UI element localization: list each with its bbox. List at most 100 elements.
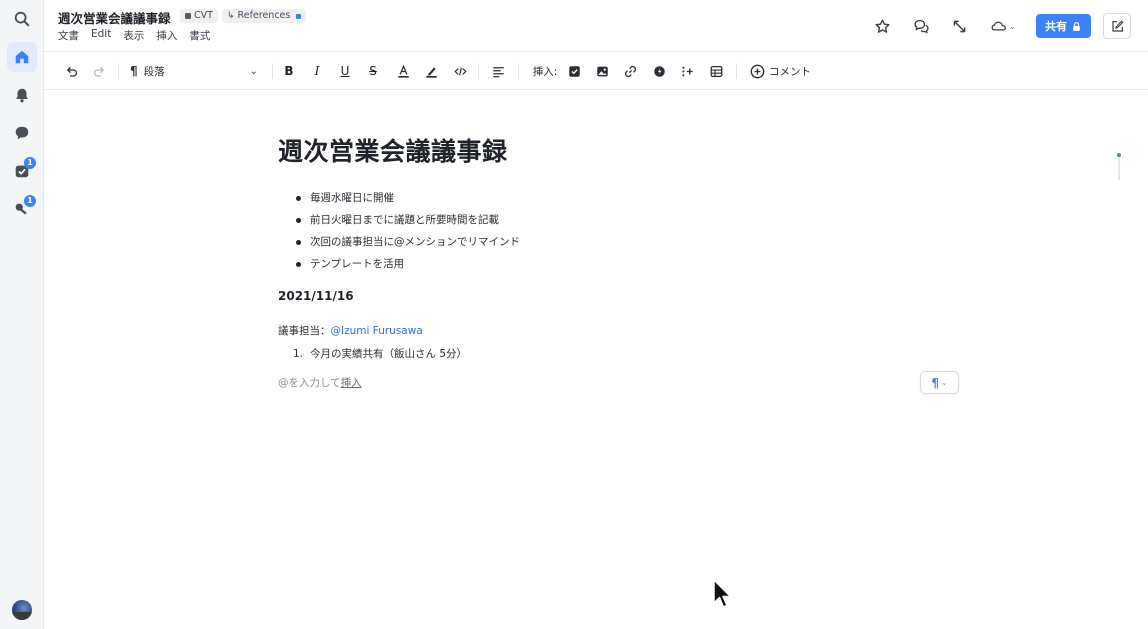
tag-references-label: References — [237, 10, 291, 21]
text-color-button[interactable] — [394, 61, 412, 81]
bold-button[interactable]: B — [280, 61, 298, 81]
notifications-rail-button[interactable] — [7, 80, 37, 110]
add-comment-icon — [750, 64, 765, 78]
status-dropdown-button[interactable]: ⌄ — [986, 14, 1020, 38]
badge-icon — [653, 65, 665, 77]
lock-icon — [1073, 21, 1080, 31]
list-item[interactable]: 前日火曜日までに議題と所要時間を記載 — [278, 209, 968, 231]
keys-rail-button[interactable]: 1 — [7, 194, 37, 224]
numbered-list: 1. 今月の実績共有（飯山さん 5分） — [278, 346, 968, 361]
numbered-item-text[interactable]: 今月の実績共有（飯山さん 5分） — [310, 348, 467, 360]
block-type-button[interactable]: ¶ ⌄ — [920, 371, 959, 394]
expand-button[interactable] — [947, 14, 971, 38]
tasks-rail-button[interactable]: 1 — [7, 156, 37, 186]
tag-references[interactable]: ↳ References — [222, 9, 307, 23]
edit-button[interactable] — [1103, 13, 1131, 39]
highlight-button[interactable] — [422, 61, 440, 81]
expand-arrows-icon — [953, 20, 965, 32]
underline-button[interactable]: U — [336, 61, 354, 81]
insert-table-button[interactable] — [707, 61, 725, 81]
toolbar-divider — [736, 63, 737, 79]
undo-button[interactable] — [62, 61, 80, 81]
chat-rail-button[interactable] — [7, 118, 37, 148]
search-rail-button[interactable] — [7, 4, 37, 34]
insert-emoji-button[interactable] — [650, 61, 668, 81]
comment-button[interactable]: コメント — [749, 61, 825, 81]
reference-arrow-icon: ↳ — [227, 11, 235, 21]
insert-more-button[interactable] — [678, 61, 696, 81]
bell-icon — [16, 88, 28, 103]
favorite-button[interactable] — [870, 14, 894, 38]
chevron-down-icon: ⌄ — [249, 65, 258, 77]
strikethrough-button[interactable]: S — [364, 61, 382, 81]
menu-document[interactable]: 文書 — [58, 28, 79, 43]
bold-icon: B — [284, 64, 294, 78]
menu-bar: 文書 Edit 表示 挿入 書式 — [58, 28, 210, 43]
insert-link[interactable]: 挿入 — [341, 377, 362, 389]
page-title[interactable]: 週次営業会議議事録 — [278, 132, 968, 168]
share-button[interactable]: 共有 — [1036, 14, 1091, 38]
list-item[interactable]: 毎週水曜日に開催 — [278, 187, 968, 209]
home-icon — [15, 50, 29, 64]
search-icon — [14, 11, 30, 27]
comment-bubbles-icon — [913, 19, 929, 34]
italic-button[interactable]: I — [308, 61, 326, 81]
redo-button[interactable] — [90, 61, 108, 81]
paragraph-style-select[interactable]: ¶ 段落 ⌄ — [130, 61, 258, 81]
app-window: 1 1 週次営業会議議事録 CVT ↳ References 文書 Edit 表… — [0, 0, 1148, 629]
outline-indicator[interactable] — [1117, 153, 1121, 180]
redo-icon — [93, 66, 104, 77]
tag-cvt-label: CVT — [194, 10, 213, 21]
plus-list-icon — [681, 66, 693, 76]
insert-checkbox-button[interactable] — [565, 61, 583, 81]
tag-cvt[interactable]: CVT — [180, 9, 218, 23]
list-item[interactable]: テンプレートを活用 — [278, 253, 968, 275]
user-mention[interactable]: @Izumi Furusawa — [331, 325, 423, 337]
align-button[interactable] — [489, 61, 507, 81]
comments-button[interactable] — [909, 14, 933, 38]
comment-label: コメント — [769, 65, 811, 78]
list-number: 1. — [293, 348, 304, 360]
code-button[interactable] — [451, 61, 469, 81]
home-rail-button[interactable] — [7, 42, 37, 72]
tasks-badge: 1 — [24, 157, 36, 169]
menu-edit[interactable]: Edit — [91, 28, 111, 43]
undo-icon — [66, 66, 77, 77]
align-left-icon — [492, 66, 504, 77]
insert-image-button[interactable] — [593, 61, 611, 81]
owner-line[interactable]: 議事担当：@Izumi Furusawa — [278, 323, 968, 338]
avatar[interactable] — [12, 600, 32, 620]
toolbar-divider — [518, 63, 519, 79]
pencil-square-icon — [1111, 19, 1124, 32]
highlighter-icon — [425, 66, 437, 78]
underline-icon: U — [340, 64, 350, 78]
editor-toolbar: ¶ 段落 ⌄ B I U S 挿入: コメント — [44, 52, 1148, 90]
keys-badge: 1 — [24, 195, 36, 207]
insert-link-button[interactable] — [621, 61, 639, 81]
link-icon — [624, 65, 636, 77]
image-icon — [596, 66, 608, 76]
table-icon — [710, 65, 722, 77]
document-body[interactable]: 週次営業会議議事録 毎週水曜日に開催 前日火曜日までに議題と所要時間を記載 次回… — [278, 132, 968, 390]
insert-label: 挿入: — [530, 61, 560, 81]
bullet-list: 毎週水曜日に開催 前日火曜日までに議題と所要時間を記載 次回の議事担当に@メンシ… — [278, 187, 968, 275]
reference-marker-icon — [296, 13, 302, 19]
document-title[interactable]: 週次営業会議議事録 — [58, 8, 171, 27]
cloud-icon — [991, 21, 1007, 31]
toolbar-divider — [272, 63, 273, 79]
list-item[interactable]: 次回の議事担当に@メンションでリマインド — [278, 231, 968, 253]
chevron-down-icon: ⌄ — [940, 378, 948, 387]
meeting-date-heading[interactable]: 2021/11/16 — [278, 289, 968, 303]
chat-bubble-icon — [15, 126, 29, 140]
checkbox-icon — [568, 65, 580, 77]
empty-line-placeholder[interactable]: @を入力して挿入 — [278, 375, 968, 390]
owner-label: 議事担当： — [278, 325, 331, 337]
menu-view[interactable]: 表示 — [123, 28, 144, 43]
menu-format[interactable]: 書式 — [189, 28, 210, 43]
chevron-down-icon: ⌄ — [1009, 21, 1016, 31]
toolbar-divider — [478, 63, 479, 79]
menu-insert[interactable]: 挿入 — [156, 28, 177, 43]
star-icon — [874, 18, 890, 33]
mouse-pointer-icon — [713, 579, 732, 608]
pilcrow-icon: ¶ — [130, 64, 138, 78]
